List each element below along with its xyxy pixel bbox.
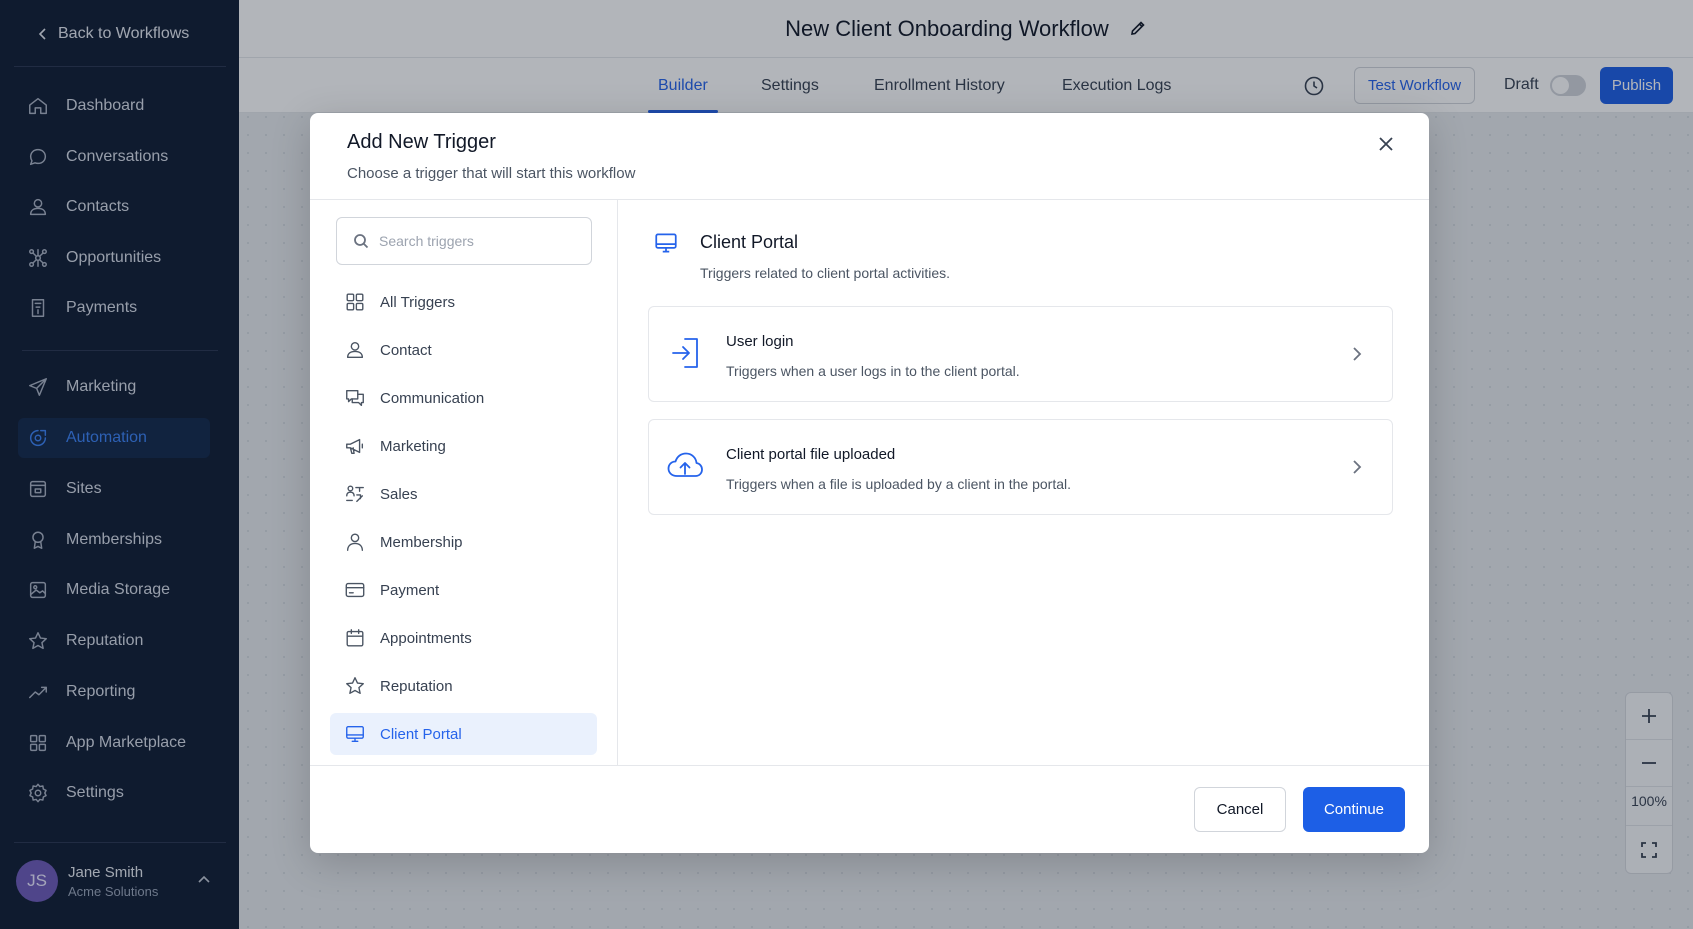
search-box[interactable] [336, 217, 592, 265]
monitor-icon [346, 725, 364, 743]
search-icon [354, 234, 369, 249]
login-icon [665, 333, 705, 373]
trigger-description: Triggers when a user logs in to the clie… [726, 363, 1020, 379]
megaphone-icon [346, 438, 364, 455]
person-icon [346, 341, 364, 359]
category-contact[interactable]: Contact [330, 329, 597, 371]
category-label: Sales [380, 485, 418, 503]
member-icon [346, 533, 364, 551]
category-reputation[interactable]: Reputation [330, 665, 597, 707]
cancel-button[interactable]: Cancel [1194, 787, 1286, 832]
modal-subtitle: Choose a trigger that will start this wo… [347, 165, 636, 182]
category-appointments[interactable]: Appointments [330, 617, 597, 659]
category-label: Contact [380, 341, 432, 359]
category-label: Client Portal [380, 725, 462, 743]
category-label: Communication [380, 389, 485, 407]
category-all-triggers[interactable]: All Triggers [330, 281, 597, 323]
category-sales[interactable]: Sales [330, 473, 597, 515]
chat-icon [346, 389, 364, 407]
category-membership[interactable]: Membership [330, 521, 597, 563]
star-icon [346, 677, 364, 695]
category-client-portal[interactable]: Client Portal [330, 713, 597, 755]
trigger-client-portal-file-uploaded[interactable]: Client portal file uploaded Triggers whe… [648, 419, 1393, 515]
search-input[interactable] [379, 233, 569, 249]
trigger-user-login[interactable]: User login Triggers when a user logs in … [648, 306, 1393, 402]
modal-footer-divider [310, 765, 1429, 766]
calendar-icon [346, 629, 364, 647]
category-label: Payment [380, 581, 440, 599]
modal-column-divider [617, 200, 618, 765]
section-title: Client Portal [700, 232, 799, 252]
modal-title: Add New Trigger [347, 131, 496, 153]
grid-icon [346, 293, 364, 311]
trigger-name: User login [726, 333, 794, 350]
chevron-right-icon [1348, 345, 1366, 363]
category-label: Reputation [380, 677, 453, 695]
sales-icon [346, 485, 364, 503]
category-label: All Triggers [380, 293, 456, 311]
category-label: Membership [380, 533, 463, 551]
cloud-upload-icon [665, 446, 705, 486]
category-label: Marketing [380, 437, 446, 455]
category-label: Appointments [380, 629, 472, 647]
close-button[interactable] [1373, 131, 1399, 157]
trigger-name: Client portal file uploaded [726, 446, 896, 463]
category-communication[interactable]: Communication [330, 377, 597, 419]
continue-button[interactable]: Continue [1303, 787, 1405, 832]
chevron-right-icon [1348, 458, 1366, 476]
modal-header-divider [310, 199, 1429, 200]
card-icon [345, 582, 365, 598]
section-subtitle: Triggers related to client portal activi… [700, 265, 951, 281]
close-icon [1379, 137, 1393, 151]
trigger-description: Triggers when a file is uploaded by a cl… [726, 476, 1072, 492]
add-trigger-modal: Add New Trigger Choose a trigger that wi… [310, 113, 1429, 853]
monitor-icon [653, 230, 679, 256]
category-marketing[interactable]: Marketing [330, 425, 597, 467]
category-payment[interactable]: Payment [330, 569, 597, 611]
